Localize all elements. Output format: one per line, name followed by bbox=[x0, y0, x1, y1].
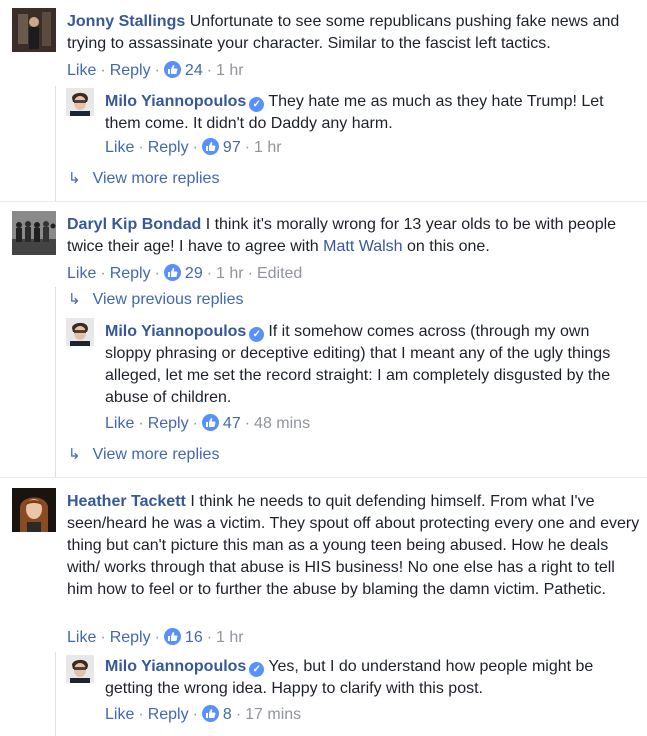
timestamp[interactable]: 1 hr bbox=[254, 139, 282, 156]
like-button[interactable]: Like bbox=[67, 629, 96, 646]
reply-author[interactable]: Milo Yiannopoulos bbox=[105, 93, 246, 110]
view-previous-replies-link[interactable]: ↳ View previous replies bbox=[68, 290, 243, 310]
reply-body: Milo Yiannopoulos ✓ They hate me as much a… bbox=[105, 91, 640, 135]
avatar[interactable] bbox=[12, 8, 56, 52]
comment-actions: Like · Reply · 24 · 1 hr bbox=[67, 61, 244, 79]
thread-line bbox=[55, 86, 56, 201]
reply-actions: Like · Reply · 8 · 17 mins bbox=[105, 705, 302, 723]
reply-actions: Like · Reply · 97 · 1 hr bbox=[105, 138, 282, 156]
view-more-replies-link[interactable]: ↳ View more replies bbox=[68, 445, 219, 465]
like-count[interactable]: 97 bbox=[223, 139, 241, 156]
mention-link[interactable]: Matt Walsh bbox=[323, 238, 402, 255]
thumbs-up-icon bbox=[201, 705, 219, 722]
verified-check-icon: ✓ bbox=[249, 327, 265, 342]
comment-actions: Like · Reply · 29 · 1 hr · Edited bbox=[67, 264, 303, 282]
view-previous-replies-label: View previous replies bbox=[92, 291, 244, 308]
verified-check-icon: ✓ bbox=[249, 97, 265, 112]
reply-author[interactable]: Milo Yiannopoulos bbox=[105, 658, 246, 675]
comment-text-end: on this one. bbox=[407, 238, 490, 255]
timestamp[interactable]: 1 hr bbox=[216, 629, 244, 646]
like-count[interactable]: 24 bbox=[185, 62, 203, 79]
reply-button[interactable]: Reply bbox=[110, 629, 151, 646]
edited-label[interactable]: Edited bbox=[257, 265, 302, 282]
comment-actions: Like · Reply · 16 · 1 hr bbox=[67, 628, 244, 646]
like-count[interactable]: 47 bbox=[223, 415, 241, 432]
divider bbox=[0, 477, 647, 478]
thumbs-up-icon bbox=[163, 61, 181, 78]
thumbs-up-icon bbox=[163, 628, 181, 645]
reply-actions: Like · Reply · 47 · 48 mins bbox=[105, 414, 311, 432]
reply-button[interactable]: Reply bbox=[110, 265, 151, 282]
like-button[interactable]: Like bbox=[105, 415, 134, 432]
like-button[interactable]: Like bbox=[67, 62, 96, 79]
reply-author[interactable]: Milo Yiannopoulos bbox=[105, 323, 246, 340]
reply-arrow-icon: ↳ bbox=[68, 446, 81, 463]
reply-button[interactable]: Reply bbox=[148, 139, 189, 156]
thumbs-up-icon bbox=[163, 264, 181, 281]
reply-button[interactable]: Reply bbox=[148, 706, 189, 723]
reply-button[interactable]: Reply bbox=[148, 415, 189, 432]
comment-author[interactable]: Daryl Kip Bondad bbox=[67, 216, 201, 233]
like-button[interactable]: Like bbox=[105, 706, 134, 723]
timestamp[interactable]: 1 hr bbox=[216, 265, 244, 282]
comment-body: Heather Tackett I think he needs to quit… bbox=[67, 491, 642, 601]
view-more-replies-link[interactable]: ↳ View more replies bbox=[68, 169, 219, 189]
avatar[interactable] bbox=[66, 318, 94, 346]
reply-body: Milo Yiannopoulos ✓ If it somehow comes ac… bbox=[105, 321, 640, 409]
like-count[interactable]: 8 bbox=[223, 706, 232, 723]
reply-body: Milo Yiannopoulos ✓ Yes, but I do understa… bbox=[105, 656, 640, 700]
like-count[interactable]: 29 bbox=[185, 265, 203, 282]
verified-check-icon: ✓ bbox=[249, 662, 265, 677]
reply-button[interactable]: Reply bbox=[110, 62, 151, 79]
timestamp[interactable]: 17 mins bbox=[245, 706, 301, 723]
comment-body: Daryl Kip Bondad I think it's morally wr… bbox=[67, 214, 642, 258]
like-button[interactable]: Like bbox=[105, 139, 134, 156]
timestamp[interactable]: 48 mins bbox=[254, 415, 310, 432]
avatar[interactable] bbox=[66, 88, 94, 116]
comment-author[interactable]: Heather Tackett bbox=[67, 493, 186, 510]
avatar[interactable] bbox=[12, 211, 56, 255]
avatar[interactable] bbox=[66, 655, 94, 683]
view-more-replies-label: View more replies bbox=[92, 170, 220, 187]
reply-arrow-icon: ↳ bbox=[68, 170, 81, 187]
comment-author[interactable]: Jonny Stallings bbox=[67, 13, 185, 30]
like-button[interactable]: Like bbox=[67, 265, 96, 282]
like-count[interactable]: 16 bbox=[185, 629, 203, 646]
reply-arrow-icon: ↳ bbox=[68, 291, 81, 308]
timestamp[interactable]: 1 hr bbox=[216, 62, 244, 79]
thumbs-up-icon bbox=[201, 138, 219, 155]
view-more-replies-label: View more replies bbox=[92, 446, 220, 463]
avatar[interactable] bbox=[12, 488, 56, 532]
divider bbox=[0, 201, 647, 202]
thread-line bbox=[55, 652, 56, 736]
comment-body: Jonny Stallings Unfortunate to see some … bbox=[67, 11, 642, 55]
thumbs-up-icon bbox=[201, 414, 219, 431]
thread-line bbox=[55, 287, 56, 477]
